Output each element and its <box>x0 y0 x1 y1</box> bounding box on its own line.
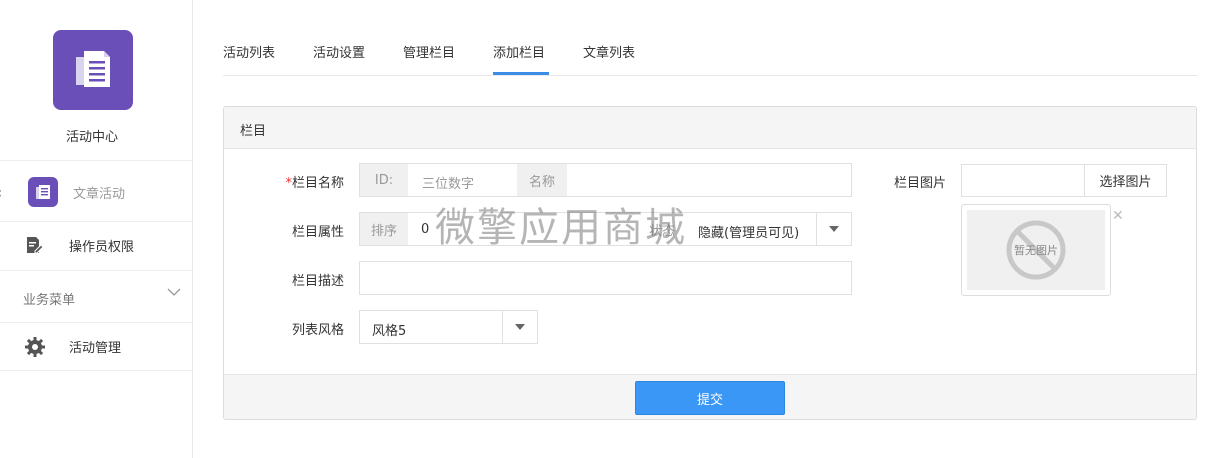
tab-manage-columns[interactable]: 管理栏目 <box>403 42 455 61</box>
list-style-value: 风格5 <box>372 324 407 339</box>
tab-add-column[interactable]: 添加栏目 <box>493 42 545 61</box>
sort-addon: 排序 <box>360 213 408 245</box>
column-attr-group: 排序 0 状态 隐藏(管理员可见) <box>359 212 852 246</box>
sidebar-item-article-activity[interactable]: ‹ 文章活动 <box>0 160 192 221</box>
list-style-select[interactable]: 风格5 <box>359 310 538 344</box>
sidebar-group-biz-menu[interactable]: 业务菜单 <box>0 270 192 322</box>
chevron-left-icon[interactable]: ‹ <box>0 183 2 202</box>
tab-activity-list[interactable]: 活动列表 <box>223 42 275 61</box>
status-select[interactable]: 隐藏(管理员可见) <box>698 222 799 241</box>
chevron-down-icon[interactable] <box>166 284 182 304</box>
close-icon[interactable]: ✕ <box>1112 208 1124 224</box>
sidebar-item-label: 操作员权限 <box>69 240 135 255</box>
tab-article-list[interactable]: 文章列表 <box>583 42 635 61</box>
status-addon: 状态 <box>636 213 688 245</box>
document-icon <box>76 51 110 87</box>
status-dropdown-toggle[interactable] <box>816 213 851 245</box>
id-addon: ID: <box>360 164 408 196</box>
sidebar: 活动中心 ‹ 文章活动 操作员权限 业务菜单 <box>0 0 193 458</box>
column-image-label: 栏目图片 <box>893 176 946 191</box>
edit-document-icon <box>24 235 44 259</box>
column-image-input[interactable] <box>961 164 1085 197</box>
sidebar-item-label: 活动管理 <box>69 341 122 356</box>
sub-app-icon <box>28 177 58 207</box>
column-form-panel: 栏目 *栏目名称 ID: 三位数字 名称 栏目属性 排序 0 状态 隐藏(管理员… <box>223 106 1197 420</box>
sidebar-item-activity-management[interactable]: 活动管理 <box>0 322 192 371</box>
name-addon: 名称 <box>517 164 567 196</box>
caret-down-icon <box>515 324 525 330</box>
submit-button[interactable]: 提交 <box>635 381 785 415</box>
caret-down-icon <box>829 226 839 232</box>
list-style-label: 列表风格 <box>291 323 344 338</box>
no-image-placeholder: 暂无图片 <box>967 210 1105 290</box>
no-image-text: 暂无图片 <box>1014 244 1058 257</box>
column-attr-label: 栏目属性 <box>291 225 344 240</box>
sidebar-item-label: 文章活动 <box>73 187 126 202</box>
id-input[interactable]: 三位数字 <box>422 173 474 192</box>
document-icon <box>36 185 50 199</box>
column-desc-input[interactable] <box>359 261 852 295</box>
panel-header: 栏目 <box>224 107 1196 149</box>
column-desc-label: 栏目描述 <box>291 274 344 289</box>
sidebar-item-operator-permissions[interactable]: 操作员权限 <box>0 221 192 270</box>
list-style-dropdown-toggle[interactable] <box>502 311 537 343</box>
panel-title: 栏目 <box>240 124 267 139</box>
app-name: 活动中心 <box>65 130 118 145</box>
gear-icon <box>24 336 46 362</box>
panel-footer: 提交 <box>224 374 1196 419</box>
name-input[interactable] <box>572 173 847 189</box>
tab-bar: 活动列表 活动设置 管理栏目 添加栏目 文章列表 <box>223 28 1198 76</box>
column-name-group: ID: 三位数字 名称 <box>359 163 852 197</box>
tab-activity-settings[interactable]: 活动设置 <box>313 42 365 61</box>
select-image-button[interactable]: 选择图片 <box>1084 164 1167 197</box>
image-preview: 暂无图片 <box>961 204 1111 296</box>
sort-input[interactable]: 0 <box>421 222 429 237</box>
active-tab-indicator <box>493 72 549 75</box>
sidebar-group-label: 业务菜单 <box>23 293 76 308</box>
app-logo[interactable] <box>53 30 133 110</box>
column-name-label: *栏目名称 <box>285 176 344 191</box>
